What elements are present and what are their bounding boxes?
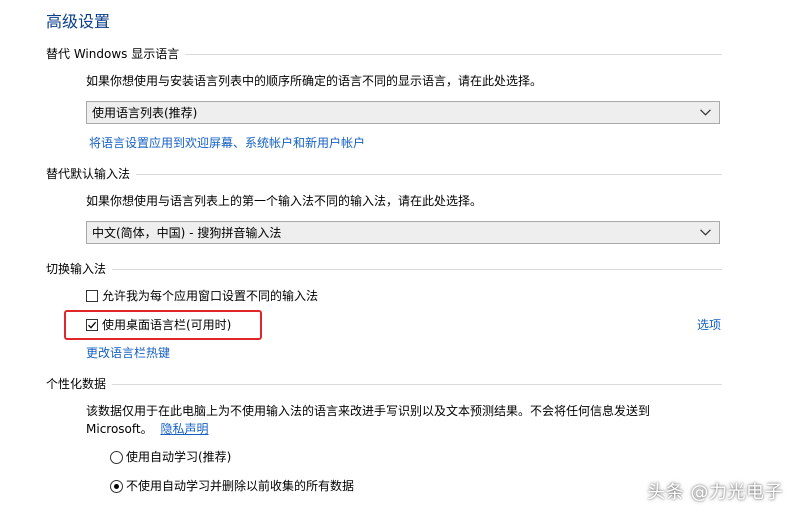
per-app-input-checkbox[interactable] bbox=[86, 290, 98, 302]
section-header-label: 替代 Windows 显示语言 bbox=[46, 47, 180, 61]
language-bar-options-link[interactable]: 选项 bbox=[697, 316, 721, 334]
watermark: 头条 @力光电子 bbox=[647, 482, 783, 503]
personalization-description-line2: Microsoft。 隐私声明 bbox=[86, 420, 208, 438]
no-auto-learning-label: 不使用自动学习并删除以前收集的所有数据 bbox=[126, 479, 355, 493]
page-title: 高级设置 bbox=[46, 12, 111, 31]
display-language-dropdown[interactable]: 使用语言列表(推荐) bbox=[86, 101, 720, 124]
section-header-default-input: 替代默认输入法 bbox=[46, 165, 722, 183]
section-divider bbox=[112, 269, 722, 270]
no-auto-learning-radio-row[interactable]: 不使用自动学习并删除以前收集的所有数据 bbox=[110, 477, 354, 495]
display-language-description: 如果你想使用与安装语言列表中的顺序所确定的语言不同的显示语言，请在此处选择。 bbox=[86, 74, 543, 88]
auto-learning-radio-row[interactable]: 使用自动学习(推荐) bbox=[110, 448, 231, 466]
section-header-label: 个性化数据 bbox=[46, 377, 107, 391]
personalization-description-line1: 该数据仅用于在此电脑上为不使用输入法的语言来改进手写识别以及文本预测结果。不会将… bbox=[86, 404, 651, 418]
change-language-bar-hotkeys-link[interactable]: 更改语言栏热键 bbox=[86, 344, 170, 362]
no-auto-learning-radio[interactable] bbox=[110, 479, 123, 493]
section-divider bbox=[136, 174, 722, 175]
per-app-input-checkbox-row[interactable]: 允许我为每个应用窗口设置不同的输入法 bbox=[86, 287, 318, 305]
display-language-dropdown-value: 使用语言列表(推荐) bbox=[92, 106, 198, 120]
personalization-description-text: Microsoft。 bbox=[86, 422, 153, 436]
section-header-display-language: 替代 Windows 显示语言 bbox=[46, 45, 722, 63]
apply-language-settings-link[interactable]: 将语言设置应用到欢迎屏幕、系统帐户和新用户帐户 bbox=[89, 134, 365, 152]
section-header-switch-input: 切换输入法 bbox=[46, 260, 722, 278]
chevron-down-icon bbox=[699, 107, 711, 119]
section-header-label: 切换输入法 bbox=[46, 262, 107, 276]
privacy-statement-link[interactable]: 隐私声明 bbox=[160, 422, 208, 436]
section-divider bbox=[185, 54, 722, 55]
section-header-personalization: 个性化数据 bbox=[46, 375, 722, 393]
auto-learning-radio[interactable] bbox=[110, 450, 123, 464]
default-input-description: 如果你想使用与语言列表上的第一个输入法不同的输入法，请在此处选择。 bbox=[86, 194, 483, 208]
section-divider bbox=[112, 384, 722, 385]
section-header-label: 替代默认输入法 bbox=[46, 167, 131, 181]
auto-learning-label: 使用自动学习(推荐) bbox=[126, 450, 232, 464]
default-input-dropdown[interactable]: 中文(简体，中国) - 搜狗拼音输入法 bbox=[86, 221, 720, 244]
per-app-input-label: 允许我为每个应用窗口设置不同的输入法 bbox=[102, 289, 319, 303]
highlight-box bbox=[64, 310, 262, 340]
default-input-dropdown-value: 中文(简体，中国) - 搜狗拼音输入法 bbox=[92, 226, 282, 240]
chevron-down-icon bbox=[699, 227, 711, 239]
